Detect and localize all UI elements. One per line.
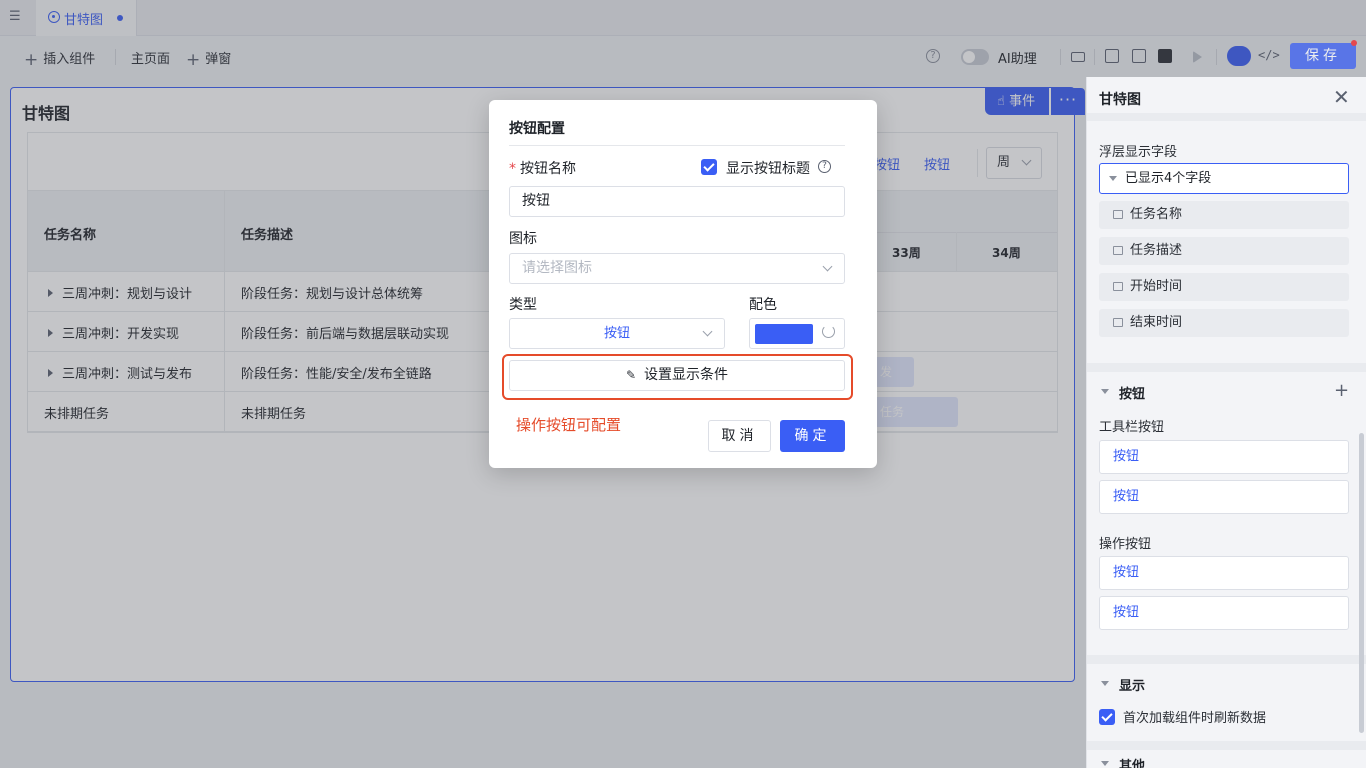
add-button-icon[interactable]: + <box>1334 382 1349 400</box>
date-field-icon <box>1113 318 1123 327</box>
cancel-button[interactable]: 取消 <box>708 420 771 452</box>
caret-down-icon <box>1101 681 1109 686</box>
other-section-label: 其他 <box>1119 759 1146 768</box>
dialog-title: 按钮配置 <box>509 121 565 137</box>
annotation-text: 操作按钮可配置 <box>516 416 622 434</box>
close-icon[interactable]: ✕ <box>1333 87 1350 107</box>
panel-divider <box>1087 113 1366 121</box>
field-label: 结束时间 <box>1130 315 1183 330</box>
panel-divider <box>1087 655 1366 664</box>
other-section-header[interactable]: 其他 <box>1099 755 1145 768</box>
panel-divider <box>1087 363 1366 372</box>
popup-fields-label: 浮层显示字段 <box>1099 145 1178 160</box>
textarea-field-icon <box>1113 246 1123 255</box>
action-button-item[interactable]: 按钮 <box>1099 556 1349 590</box>
required-mark: * <box>509 161 516 177</box>
button-name-input[interactable]: 按钮 <box>509 186 845 217</box>
field-item[interactable]: 结束时间 <box>1099 309 1349 337</box>
icon-select-placeholder: 请选择图标 <box>522 260 592 276</box>
toolbar-button-item[interactable]: 按钮 <box>1099 480 1349 514</box>
modal-overlay-top <box>0 0 1366 77</box>
toolbar-button-item[interactable]: 按钮 <box>1099 440 1349 474</box>
help-icon[interactable]: ? <box>818 160 831 173</box>
field-label: 任务名称 <box>1130 207 1183 222</box>
field-item[interactable]: 开始时间 <box>1099 273 1349 301</box>
chevron-down-icon <box>702 326 713 337</box>
caret-down-icon <box>1109 176 1117 181</box>
buttons-section-header[interactable]: 按钮 <box>1099 383 1145 402</box>
toolbar-buttons-label: 工具栏按钮 <box>1099 420 1165 435</box>
action-button-item[interactable]: 按钮 <box>1099 596 1349 630</box>
refresh-on-load-label: 首次加载组件时刷新数据 <box>1123 711 1267 726</box>
field-item[interactable]: 任务描述 <box>1099 237 1349 265</box>
save-notify-dot <box>1351 40 1357 46</box>
chevron-down-icon <box>822 261 833 272</box>
panel-divider <box>1087 741 1366 750</box>
caret-down-icon <box>1101 761 1109 766</box>
action-buttons-label: 操作按钮 <box>1099 537 1152 552</box>
refresh-icon[interactable] <box>822 325 835 338</box>
icon-label: 图标 <box>509 231 537 247</box>
color-label: 配色 <box>749 297 777 313</box>
color-picker[interactable] <box>749 318 845 349</box>
display-section-label: 显示 <box>1119 679 1146 694</box>
panel-title: 甘特图 <box>1099 92 1141 108</box>
text-field-icon <box>1113 210 1123 219</box>
buttons-section-label: 按钮 <box>1119 387 1146 402</box>
type-select-value: 按钮 <box>603 326 630 341</box>
panel-scrollbar[interactable] <box>1359 433 1364 733</box>
field-label: 开始时间 <box>1130 279 1183 294</box>
popup-fields-select[interactable]: 已显示4个字段 <box>1099 163 1349 194</box>
type-select[interactable]: 按钮 <box>509 318 725 349</box>
field-label: 任务描述 <box>1130 243 1183 258</box>
caret-down-icon <box>1101 389 1109 394</box>
annotation-highlight-box <box>502 354 853 400</box>
show-title-label: 显示按钮标题 <box>726 161 810 177</box>
button-name-label: * 按钮名称 <box>509 158 576 178</box>
show-title-checkbox[interactable] <box>701 159 717 175</box>
icon-select[interactable]: 请选择图标 <box>509 253 845 284</box>
popup-fields-value: 已显示4个字段 <box>1125 171 1212 186</box>
refresh-on-load-checkbox[interactable] <box>1099 709 1115 725</box>
type-label: 类型 <box>509 297 537 313</box>
property-panel: 甘特图 ✕ 浮层显示字段 已显示4个字段 任务名称 任务描述 开始时间 结束时间… <box>1086 77 1366 768</box>
ok-button[interactable]: 确定 <box>780 420 845 452</box>
button-config-dialog: 按钮配置 * 按钮名称 显示按钮标题 ? 按钮 图标 请选择图标 类型 配色 按钮… <box>489 100 877 468</box>
save-button[interactable]: 保存 <box>1290 43 1356 69</box>
dialog-divider <box>509 145 845 146</box>
display-section-header[interactable]: 显示 <box>1099 675 1145 694</box>
date-field-icon <box>1113 282 1123 291</box>
button-name-label-text: 按钮名称 <box>520 161 576 177</box>
field-item[interactable]: 任务名称 <box>1099 201 1349 229</box>
color-swatch[interactable] <box>755 324 813 344</box>
